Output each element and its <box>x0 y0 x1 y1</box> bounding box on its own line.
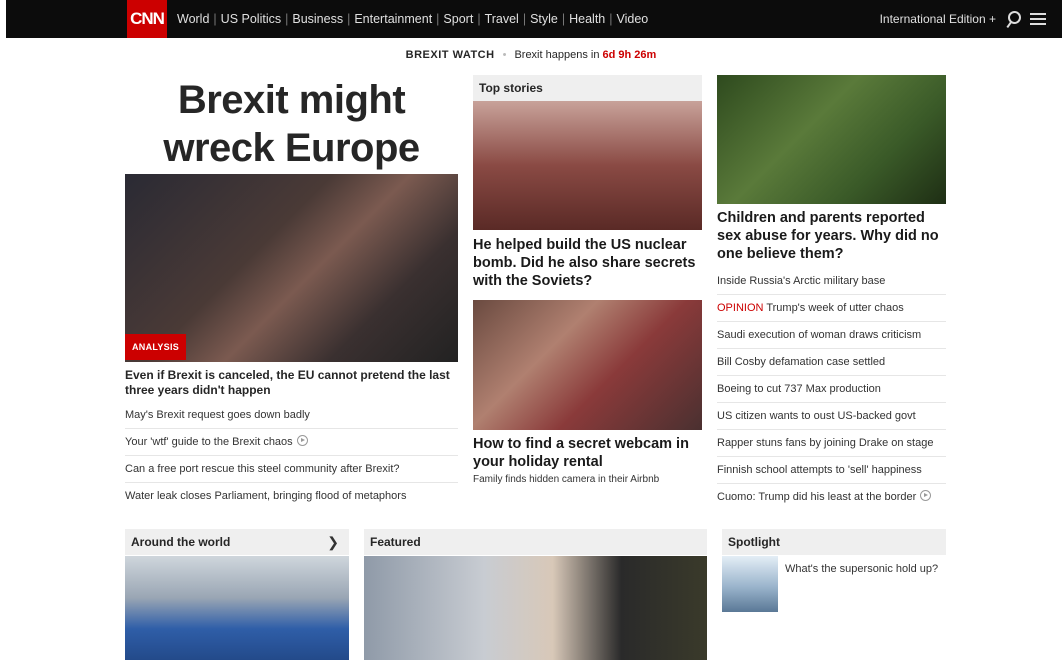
lead-caption[interactable]: Even if Brexit is canceled, the EU canno… <box>125 368 458 398</box>
around-the-world-image[interactable] <box>125 556 349 660</box>
webcam-story-headline[interactable]: How to find a secret webcam in your holi… <box>473 435 705 471</box>
play-icon <box>920 490 932 501</box>
spotlight-thumbnail[interactable] <box>722 556 778 612</box>
search-icon[interactable] <box>1006 11 1021 27</box>
list-item[interactable]: Boeing to cut 737 Max production <box>717 376 946 403</box>
list-item[interactable]: May's Brexit request goes down badly <box>125 402 458 429</box>
top-stories-header: Top stories <box>473 75 702 101</box>
list-item[interactable]: Water leak closes Parliament, bringing f… <box>125 483 458 509</box>
edition-selector[interactable]: International Edition + <box>880 12 996 26</box>
list-item[interactable]: Bill Cosby defamation case settled <box>717 349 946 376</box>
list-item[interactable]: Saudi execution of woman draws criticism <box>717 322 946 349</box>
nuclear-story-image[interactable] <box>473 101 702 230</box>
nav-link-video[interactable]: Video <box>617 12 649 26</box>
nav-link-entertainment[interactable]: Entertainment <box>354 12 432 26</box>
nuclear-story-headline[interactable]: He helped build the US nuclear bomb. Did… <box>473 236 705 290</box>
brexit-countdown: 6d 9h 26m <box>602 49 657 61</box>
list-item[interactable]: Your 'wtf' guide to the Brexit chaos <box>125 429 458 456</box>
featured-header: Featured <box>364 529 707 555</box>
featured-image[interactable] <box>364 556 707 660</box>
webcam-story-subhead[interactable]: Family finds hidden camera in their Airb… <box>473 474 659 485</box>
nav-link-style[interactable]: Style <box>530 12 558 26</box>
lead-related-links: May's Brexit request goes down badly You… <box>125 402 458 509</box>
play-icon <box>296 435 308 446</box>
list-item[interactable]: Can a free port rescue this steel commun… <box>125 456 458 483</box>
opinion-tag: OPINION <box>717 302 764 314</box>
list-item[interactable]: OPINION Trump's week of utter chaos <box>717 295 946 322</box>
webcam-story-image[interactable] <box>473 300 702 430</box>
abuse-story-headline[interactable]: Children and parents reported sex abuse … <box>717 209 949 263</box>
cnn-logo[interactable]: CNN <box>127 0 167 38</box>
lead-headline[interactable]: Brexit might wreck Europe <box>125 76 458 172</box>
nav-link-world[interactable]: World <box>177 12 209 26</box>
nav-link-business[interactable]: Business <box>292 12 343 26</box>
around-the-world-header[interactable]: Around the world ❯ <box>125 529 349 555</box>
menu-icon[interactable] <box>1030 13 1046 25</box>
nav-link-travel[interactable]: Travel <box>485 12 519 26</box>
spotlight-header: Spotlight <box>722 529 946 555</box>
list-item[interactable]: Cuomo: Trump did his least at the border <box>717 484 946 510</box>
nav-right-controls: International Edition + <box>880 0 1046 38</box>
chevron-right-icon[interactable]: ❯ <box>327 529 339 555</box>
section-links: World | US Politics | Business | Entertainm… <box>177 12 649 26</box>
nav-link-us-politics[interactable]: US Politics <box>221 12 281 26</box>
nav-link-health[interactable]: Health <box>569 12 605 26</box>
right-headline-list: Inside Russia's Arctic military base OPI… <box>717 268 946 510</box>
nav-link-sport[interactable]: Sport <box>443 12 473 26</box>
brexit-watch-label: BREXIT WATCH <box>405 49 495 61</box>
list-item[interactable]: US citizen wants to oust US-backed govt <box>717 403 946 430</box>
top-navigation-bar: CNN World | US Politics | Business | Entert… <box>6 0 1062 38</box>
spotlight-link[interactable]: What's the supersonic hold up? <box>785 563 938 575</box>
list-item[interactable]: Inside Russia's Arctic military base <box>717 268 946 295</box>
list-item[interactable]: Finnish school attempts to 'sell' happin… <box>717 457 946 484</box>
brexit-watch-banner[interactable]: BREXIT WATCH • Brexit happens in 6d 9h 26m <box>0 49 1062 61</box>
analysis-badge: ANALYSIS <box>125 334 187 360</box>
list-item[interactable]: Rapper stuns fans by joining Drake on st… <box>717 430 946 457</box>
abuse-story-image[interactable] <box>717 75 946 204</box>
brexit-watch-text: Brexit happens in <box>514 49 600 61</box>
